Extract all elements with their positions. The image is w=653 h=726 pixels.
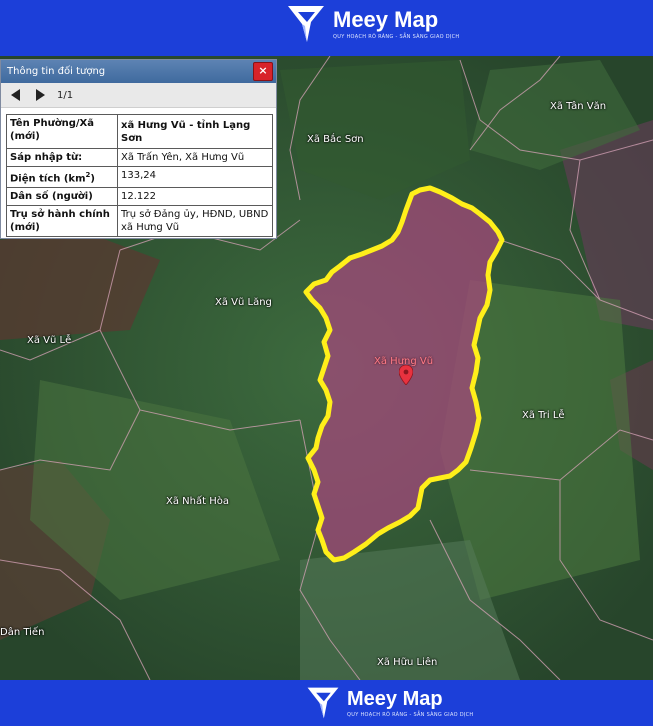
table-row: Diện tích (km2) 133,24 <box>6 165 273 189</box>
table-row: Trụ sở hành chính (mới) Trụ sở Đảng ủy, … <box>6 205 273 238</box>
place-label-vu-lang: Xã Vũ Lăng <box>215 297 272 308</box>
place-label-dan-tien: Dân Tiến <box>0 627 45 638</box>
brand-name: Meey Map <box>333 7 439 32</box>
field-name-value: xã Hưng Vũ - tỉnh Lạng Sơn <box>117 114 273 149</box>
top-brand-bar: Meey Map QUY HOẠCH RÕ RÀNG - SẴN SÀNG GI… <box>0 0 653 56</box>
next-arrow-icon[interactable] <box>36 89 45 101</box>
meey-logo-icon <box>307 687 339 719</box>
field-area-key-end: ) <box>90 173 95 185</box>
place-label-nhat-hoa: Xã Nhất Hòa <box>166 496 229 507</box>
table-row: Tên Phường/Xã (mới) xã Hưng Vũ - tỉnh Lạ… <box>6 114 273 149</box>
place-label-tri-le: Xã Tri Lễ <box>522 410 565 421</box>
bottom-brand-bar: Meey Map QUY HOẠCH RÕ RÀNG - SẴN SÀNG GI… <box>0 680 653 726</box>
info-panel-title: Thông tin đối tượng <box>7 66 106 77</box>
field-hq-key: Trụ sở hành chính (mới) <box>6 205 118 238</box>
brand-logo-bottom: Meey Map QUY HOẠCH RÕ RÀNG - SẴN SÀNG GI… <box>305 684 473 722</box>
close-button[interactable]: × <box>253 62 273 81</box>
pagination-bar: 1/1 <box>1 83 276 108</box>
page-counter: 1/1 <box>57 89 74 101</box>
place-label-huu-lien: Xã Hữu Liên <box>377 657 438 668</box>
field-merged-value: Xã Trấn Yên, Xã Hưng Vũ <box>117 148 273 167</box>
field-population-key: Dân số (người) <box>6 187 118 207</box>
field-name-key: Tên Phường/Xã (mới) <box>6 114 118 149</box>
brand-name-bottom: Meey Map <box>347 688 443 710</box>
brand-tagline-bottom: QUY HOẠCH RÕ RÀNG - SẴN SÀNG GIAO DỊCH <box>347 712 474 718</box>
field-population-value: 12.122 <box>117 187 273 207</box>
place-label-vu-le: Xã Vũ Lễ <box>27 335 72 346</box>
field-merged-key: Sáp nhập từ: <box>6 148 118 167</box>
place-label-tan-van: Xã Tân Văn <box>550 101 607 112</box>
field-hq-value: Trụ sở Đảng ủy, HĐND, UBND xã Hưng Vũ <box>117 205 273 238</box>
prev-arrow-icon[interactable] <box>11 89 20 101</box>
info-panel-header: Thông tin đối tượng × <box>1 60 276 83</box>
map-pin-icon[interactable] <box>399 365 413 385</box>
table-row: Dân số (người) 12.122 <box>6 187 273 207</box>
field-area-key: Diện tích (km2) <box>6 165 118 189</box>
field-area-value: 133,24 <box>117 165 273 189</box>
meey-logo-icon <box>288 6 324 42</box>
brand-tagline: QUY HOẠCH RÕ RÀNG - SẴN SÀNG GIAO DỊCH <box>333 34 460 40</box>
info-table: Tên Phường/Xã (mới) xã Hưng Vũ - tỉnh Lạ… <box>6 114 273 238</box>
brand-logo: Meey Map QUY HOẠCH RÕ RÀNG - SẴN SÀNG GI… <box>285 2 459 46</box>
table-row: Sáp nhập từ: Xã Trấn Yên, Xã Hưng Vũ <box>6 148 273 167</box>
place-label-bac-son: Xã Bắc Sơn <box>307 134 364 145</box>
info-panel: Thông tin đối tượng × 1/1 Tên Phường/Xã … <box>0 59 277 239</box>
field-area-key-text: Diện tích (km <box>10 173 86 185</box>
